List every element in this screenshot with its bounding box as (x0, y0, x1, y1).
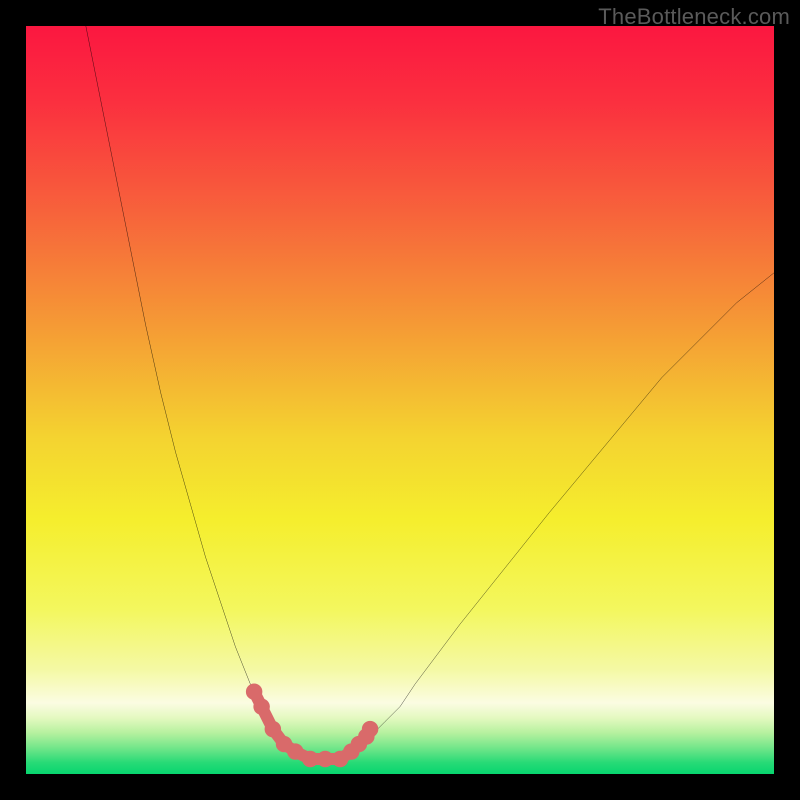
marker-dot (302, 751, 318, 767)
curve-bottleneck-right-curve (355, 273, 774, 752)
marker-dot (362, 721, 378, 737)
curve-bottleneck-left-curve (86, 26, 295, 752)
watermark-text: TheBottleneck.com (598, 4, 790, 30)
marker-dot (287, 743, 303, 759)
curve-layer (86, 26, 774, 759)
marker-dot (246, 683, 262, 699)
outer-frame: TheBottleneck.com (0, 0, 800, 800)
marker-layer (246, 683, 378, 767)
marker-dot (265, 721, 281, 737)
marker-dot (317, 751, 333, 767)
marker-dot (253, 698, 269, 714)
chart-svg (26, 26, 774, 774)
plot-area (26, 26, 774, 774)
